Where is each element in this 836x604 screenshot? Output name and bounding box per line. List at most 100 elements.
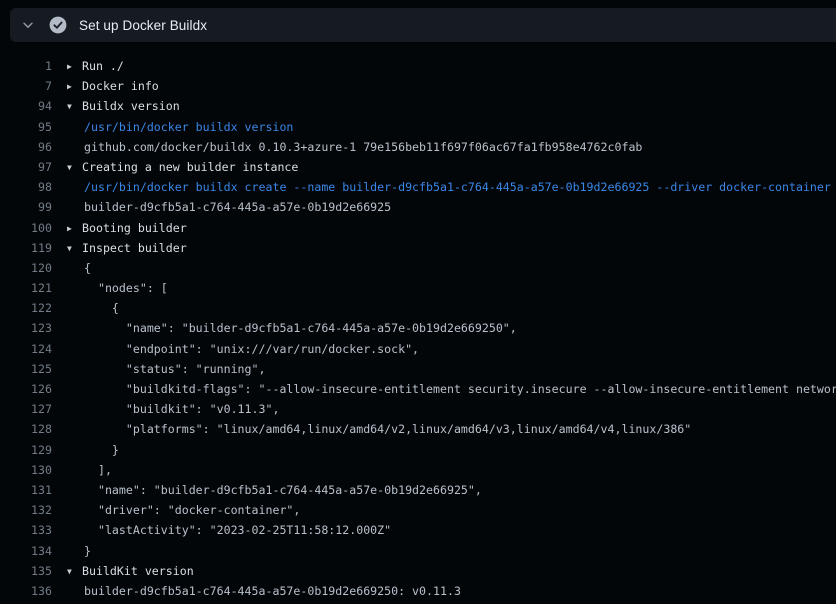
line-number[interactable]: 123 <box>0 318 52 338</box>
triangle-down-icon[interactable]: ▼ <box>67 97 82 116</box>
step-header[interactable]: Set up Docker Buildx <box>10 8 836 42</box>
log-output-text: builder-d9cfb5a1-c764-445a-a57e-0b19d2e6… <box>84 197 391 217</box>
triangle-down-icon[interactable]: ▼ <box>67 239 82 258</box>
log-group-title: Buildx version <box>82 99 180 113</box>
triangle-right-icon[interactable]: ▶ <box>67 219 82 238</box>
log-line: 135 ▼BuildKit version <box>0 561 836 581</box>
line-number[interactable]: 7 <box>0 76 52 96</box>
triangle-down-icon[interactable]: ▼ <box>67 158 82 177</box>
log-group-collapsed[interactable]: ▶Docker info <box>67 76 159 96</box>
line-number[interactable]: 122 <box>0 298 52 318</box>
log-line: 130 ], <box>0 460 836 480</box>
log-line: 7 ▶Docker info <box>0 76 836 96</box>
log-output-text: } <box>84 440 119 460</box>
log-group-title: Inspect builder <box>82 241 187 255</box>
log-line: 136 builder-d9cfb5a1-c764-445a-a57e-0b19d… <box>0 581 836 601</box>
log-output-text: "nodes": [ <box>84 278 168 298</box>
log-output-text: github.com/docker/buildx 0.10.3+azure-1 … <box>84 137 642 157</box>
log-line: 129 } <box>0 440 836 460</box>
log-line: 99 builder-d9cfb5a1-c764-445a-a57e-0b19d2… <box>0 197 836 217</box>
line-number[interactable]: 132 <box>0 500 52 520</box>
log-output-text: { <box>84 258 91 278</box>
line-number[interactable]: 124 <box>0 339 52 359</box>
log-group-expanded[interactable]: ▼Creating a new builder instance <box>67 157 298 177</box>
line-number[interactable]: 131 <box>0 480 52 500</box>
triangle-down-icon[interactable]: ▼ <box>67 562 82 581</box>
log-line: 96 github.com/docker/buildx 0.10.3+azure-… <box>0 137 836 157</box>
log-output-text: "status": "running", <box>84 359 265 379</box>
log-line: 125 "status": "running", <box>0 359 836 379</box>
log-group-title: Docker info <box>82 79 159 93</box>
log-output-text: "name": "builder-d9cfb5a1-c764-445a-a57e… <box>84 318 517 338</box>
line-number[interactable]: 1 <box>0 56 52 76</box>
log-line: 122 { <box>0 298 836 318</box>
log-lines: 1▶Run ./7▶Docker info94▼Buildx version95… <box>0 56 836 601</box>
log-group-title: Run ./ <box>82 59 124 73</box>
line-number[interactable]: 95 <box>0 117 52 137</box>
log-output-text: "lastActivity": "2023-02-25T11:58:12.000… <box>84 520 391 540</box>
log-output-text: "driver": "docker-container", <box>84 500 300 520</box>
log-line: 100 ▶Booting builder <box>0 218 836 238</box>
line-number[interactable]: 126 <box>0 379 52 399</box>
line-number[interactable]: 98 <box>0 177 52 197</box>
line-number[interactable]: 119 <box>0 238 52 258</box>
log-line: 133 "lastActivity": "2023-02-25T11:58:12… <box>0 520 836 540</box>
line-number[interactable]: 120 <box>0 258 52 278</box>
log-line: 128 "platforms": "linux/amd64,linux/amd6… <box>0 419 836 439</box>
log-output-text: "name": "builder-d9cfb5a1-c764-445a-a57e… <box>84 480 482 500</box>
log-command-text: /usr/bin/docker buildx version <box>84 117 293 137</box>
log-output-text: { <box>84 298 119 318</box>
log-line: 124 "endpoint": "unix:///var/run/docker.… <box>0 339 836 359</box>
log-line: 120 { <box>0 258 836 278</box>
triangle-right-icon[interactable]: ▶ <box>67 57 82 76</box>
log-output-text: "buildkit": "v0.11.3", <box>84 399 279 419</box>
log-output-text: } <box>84 541 91 561</box>
line-number[interactable]: 129 <box>0 440 52 460</box>
line-number[interactable]: 96 <box>0 137 52 157</box>
line-number[interactable]: 100 <box>0 218 52 238</box>
log-output-text: builder-d9cfb5a1-c764-445a-a57e-0b19d2e6… <box>84 581 461 601</box>
line-number[interactable]: 128 <box>0 419 52 439</box>
log-command-text: /usr/bin/docker buildx create --name bui… <box>84 177 831 197</box>
log-output-text: "endpoint": "unix:///var/run/docker.sock… <box>84 339 419 359</box>
line-number[interactable]: 134 <box>0 541 52 561</box>
line-number[interactable]: 136 <box>0 581 52 601</box>
log-line: 127 "buildkit": "v0.11.3", <box>0 399 836 419</box>
step-title: Set up Docker Buildx <box>79 18 207 33</box>
log-group-title: Creating a new builder instance <box>82 160 298 174</box>
log-line: 97 ▼Creating a new builder instance <box>0 157 836 177</box>
log-line: 94 ▼Buildx version <box>0 96 836 116</box>
triangle-right-icon[interactable]: ▶ <box>67 77 82 96</box>
log-group-title: BuildKit version <box>82 564 194 578</box>
line-number[interactable]: 125 <box>0 359 52 379</box>
log-line: 98/usr/bin/docker buildx create --name b… <box>0 177 836 197</box>
log-group-expanded[interactable]: ▼Inspect builder <box>67 238 187 258</box>
log-line: 95/usr/bin/docker buildx version <box>0 117 836 137</box>
log-output-text: "platforms": "linux/amd64,linux/amd64/v2… <box>84 419 691 439</box>
log-line: 121 "nodes": [ <box>0 278 836 298</box>
log-line: 123 "name": "builder-d9cfb5a1-c764-445a-… <box>0 318 836 338</box>
log-line: 126 "buildkitd-flags": "--allow-insecure… <box>0 379 836 399</box>
log-line: 1 ▶Run ./ <box>0 56 836 76</box>
line-number[interactable]: 130 <box>0 460 52 480</box>
chevron-down-icon <box>21 18 35 32</box>
line-number[interactable]: 133 <box>0 520 52 540</box>
line-number[interactable]: 99 <box>0 197 52 217</box>
line-number[interactable]: 127 <box>0 399 52 419</box>
log-line: 131 "name": "builder-d9cfb5a1-c764-445a-… <box>0 480 836 500</box>
check-circle-icon <box>49 16 67 34</box>
log-line: 119 ▼Inspect builder <box>0 238 836 258</box>
line-number[interactable]: 94 <box>0 96 52 116</box>
log-group-expanded[interactable]: ▼BuildKit version <box>67 561 194 581</box>
log-output-text: ], <box>84 460 112 480</box>
log-group-title: Booting builder <box>82 221 187 235</box>
chevron-down-icon[interactable] <box>20 17 36 33</box>
log-group-expanded[interactable]: ▼Buildx version <box>67 96 180 116</box>
line-number[interactable]: 121 <box>0 278 52 298</box>
log-line: 134} <box>0 541 836 561</box>
log-group-collapsed[interactable]: ▶Run ./ <box>67 56 124 76</box>
line-number[interactable]: 135 <box>0 561 52 581</box>
line-number[interactable]: 97 <box>0 157 52 177</box>
log-output-text: "buildkitd-flags": "--allow-insecure-ent… <box>84 379 836 399</box>
log-group-collapsed[interactable]: ▶Booting builder <box>67 218 187 238</box>
